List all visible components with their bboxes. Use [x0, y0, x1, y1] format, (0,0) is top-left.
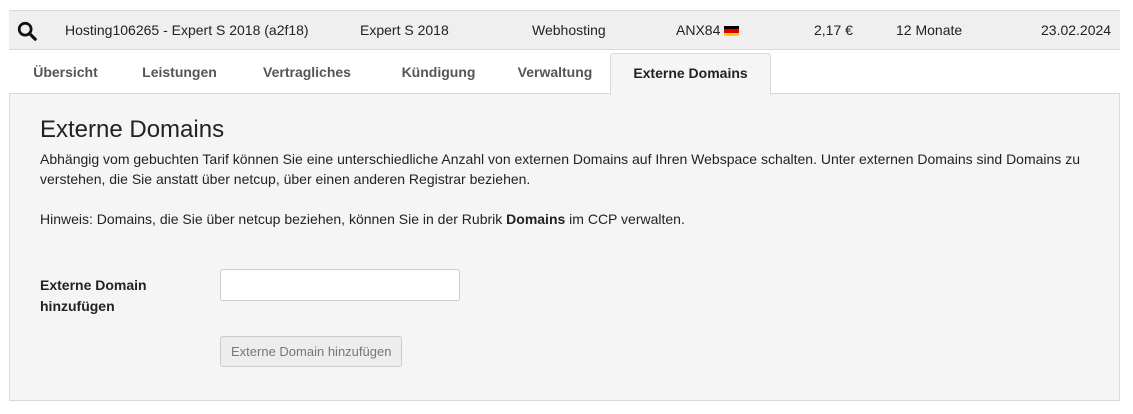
contract-date: 23.02.2024 — [1041, 22, 1112, 38]
add-domain-label: Externe Domain hinzufügen — [40, 277, 147, 314]
hint-prefix: Hinweis: Domains, die Sie über netcup be… — [40, 211, 507, 227]
product-name: Hosting106265 - Expert S 2018 (a2f18) — [65, 22, 309, 38]
price: 2,17 € — [814, 22, 853, 38]
contract-summary-row: Hosting106265 - Expert S 2018 (a2f18) Ex… — [9, 10, 1120, 50]
contract-term: 12 Monate — [896, 22, 963, 38]
add-external-domain-button[interactable]: Externe Domain hinzufügen — [220, 336, 403, 367]
tab-uebersicht[interactable]: Übersicht — [9, 53, 122, 93]
section-title: Externe Domains — [40, 116, 225, 143]
tab-vertragliches[interactable]: Vertragliches — [237, 53, 377, 93]
external-domain-input[interactable] — [220, 269, 460, 301]
tab-bar: Übersicht Leistungen Vertragliches Kündi… — [9, 53, 1120, 95]
section-hint: Hinweis: Domains, die Sie über netcup be… — [40, 209, 685, 229]
tab-leistungen[interactable]: Leistungen — [122, 53, 237, 93]
customer-handle: ANX84 — [676, 11, 740, 49]
hint-domains-link: Domains — [506, 211, 566, 227]
handle-text: ANX84 — [676, 22, 721, 38]
tab-verwaltung[interactable]: Verwaltung — [500, 53, 610, 93]
product-category: Webhosting — [532, 22, 606, 38]
germany-flag-icon — [724, 26, 740, 36]
tab-kuendigung[interactable]: Kündigung — [377, 53, 500, 93]
tab-externe-domains[interactable]: Externe Domains — [610, 53, 771, 95]
search-icon[interactable] — [16, 20, 38, 42]
externe-domains-panel: Externe Domains Abhängig vom gebuchten T… — [9, 93, 1120, 401]
section-description: Abhängig vom gebuchten Tarif können Sie … — [40, 151, 1080, 187]
tariff-name: Expert S 2018 — [360, 22, 449, 38]
hint-suffix: im CCP verwalten. — [565, 211, 685, 227]
